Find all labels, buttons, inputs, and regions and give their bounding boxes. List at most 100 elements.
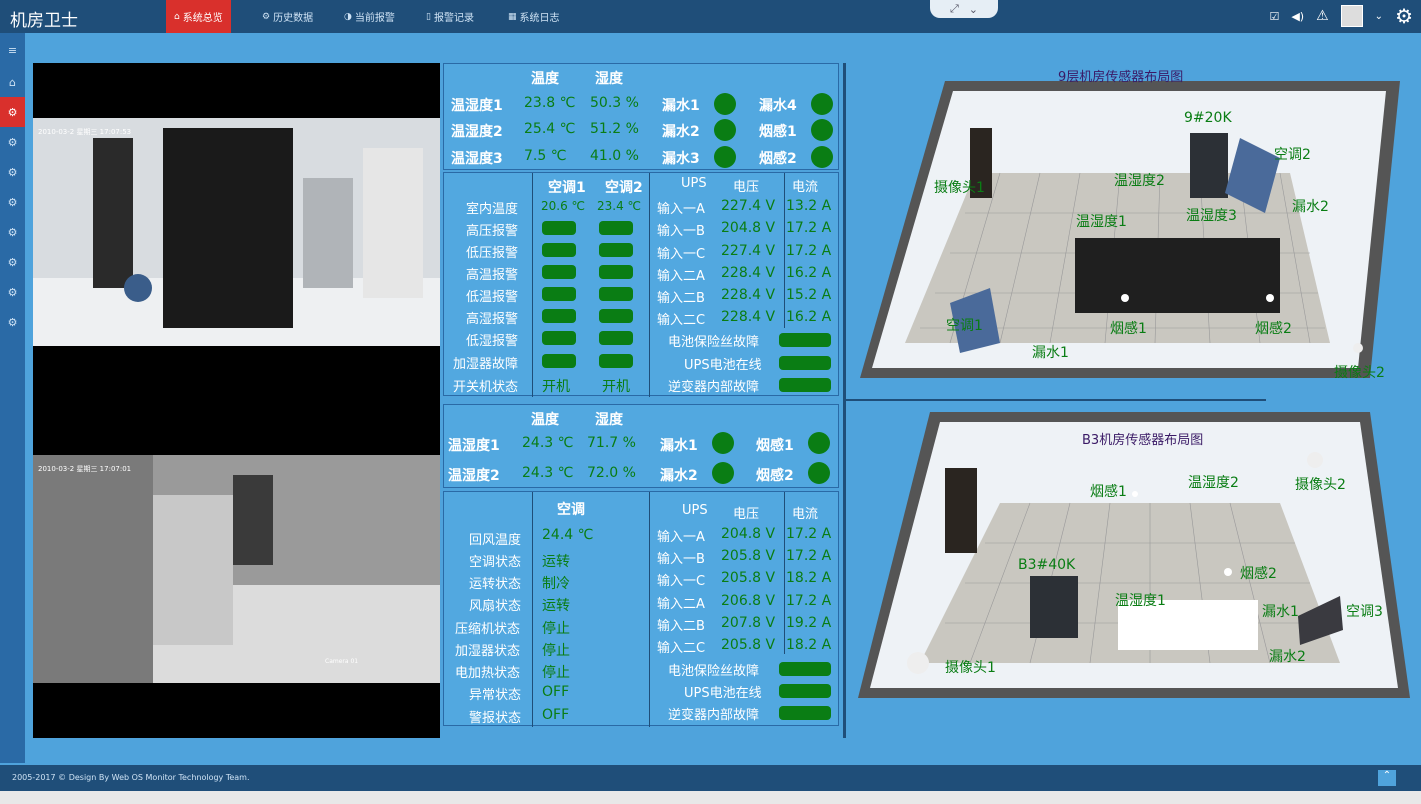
ups-input-label: 输入一A xyxy=(657,202,705,217)
status-indicator xyxy=(779,378,831,392)
collapse-toggle[interactable]: ⤢ ⌄ xyxy=(930,0,998,18)
alarm-indicator xyxy=(599,331,633,345)
alarm-indicator xyxy=(542,287,576,301)
temp-header: 温度 xyxy=(531,412,559,428)
temp-value: 25.4 ℃ xyxy=(524,121,576,137)
alarm-indicator xyxy=(599,221,633,235)
status-indicator xyxy=(811,119,833,141)
camera-label: 摄像头2 xyxy=(1334,365,1385,381)
cogs-icon[interactable]: ⚙ xyxy=(0,127,25,157)
voltage-header: 电压 xyxy=(733,180,760,195)
th-sensor-label: 温湿度3 xyxy=(451,151,503,167)
tab-alarm-log[interactable]: ▯ 报警记录 xyxy=(418,0,482,33)
temp-value: 24.3 ℃ xyxy=(522,435,574,451)
temp-header: 温度 xyxy=(531,71,559,87)
alarm-indicator xyxy=(599,243,633,257)
current-value: 17.2 A xyxy=(786,548,832,564)
status-indicator xyxy=(712,432,734,454)
status-indicator xyxy=(714,146,736,168)
cogs-icon[interactable]: ⚙ xyxy=(0,217,25,247)
chevron-down-icon[interactable]: ⌄ xyxy=(1375,11,1383,22)
home-icon[interactable]: ⌂ xyxy=(0,67,25,97)
divider xyxy=(846,399,1266,401)
cogs-icon[interactable]: ⚙ xyxy=(0,187,25,217)
scroll-top-button[interactable]: ⌃ xyxy=(1378,770,1396,786)
avatar[interactable] xyxy=(1340,5,1363,27)
voltage-value: 228.4 V xyxy=(721,287,776,303)
status-indicator xyxy=(779,684,831,698)
gear-icon[interactable]: ⚙ xyxy=(1395,4,1413,28)
status-indicator xyxy=(779,333,831,347)
alarm-indicator xyxy=(542,354,576,368)
current-value: 18.2 A xyxy=(786,570,832,586)
leak-label: 漏水1 xyxy=(662,98,700,114)
current-value: 13.2 A xyxy=(786,198,832,214)
floor9-plan[interactable]: 9层机房传感器布局图 9#20K 空调2 摄像头1 温湿度2 漏水2 温湿度1 … xyxy=(850,63,1420,393)
ups-status-label: 逆变器内部故障 xyxy=(668,708,760,723)
ups-input-label: 输入一B xyxy=(657,552,705,567)
humidity-header: 湿度 xyxy=(595,71,623,87)
leak-label: 漏水1 xyxy=(660,438,698,454)
smoke-label: 烟感2 xyxy=(1255,321,1292,337)
warning-icon[interactable]: ⚠ xyxy=(1316,8,1329,24)
cogs-icon[interactable]: ⚙ xyxy=(0,307,25,337)
th-sensor-label: 温湿度1 xyxy=(448,438,500,454)
voltage-value: 205.8 V xyxy=(721,570,776,586)
humidity-value: 41.0 % xyxy=(590,148,639,164)
th-sensor-label: 温湿度2 xyxy=(451,124,503,140)
camera-feed-2[interactable]: 2010-03-2 星期三 17:07:01 Camera 01 xyxy=(33,455,440,683)
status-indicator xyxy=(808,462,830,484)
ac-temp-value: 23.4 ℃ xyxy=(597,199,642,213)
leak-label: 漏水2 xyxy=(1269,649,1306,665)
tab-history[interactable]: ⚙ 历史数据 xyxy=(254,0,321,33)
th-label: 温湿度2 xyxy=(1114,173,1165,189)
ac-row-label: 空调状态 xyxy=(469,555,522,570)
ac-value: 停止 xyxy=(542,621,570,637)
current-value: 19.2 A xyxy=(786,615,832,631)
ac-value: OFF xyxy=(542,684,570,700)
alarm-indicator xyxy=(542,221,576,235)
ac-row-label: 运转状态 xyxy=(469,577,522,592)
ac-header: 空调 xyxy=(557,502,585,518)
menu-icon[interactable]: ≡ xyxy=(0,33,25,67)
voltage-value: 207.8 V xyxy=(721,615,776,631)
ups-input-label: 输入一C xyxy=(657,247,706,262)
voltage-value: 204.8 V xyxy=(721,220,776,236)
smoke-label: 烟感1 xyxy=(1110,321,1147,337)
top-bar: 机房卫士 ⌂ 系统总览 ⚙ 历史数据 ◑ 当前报警 ▯ 报警记录 ▦ 系统日志 ⤢ ⌄ ☑ … xyxy=(0,0,1421,33)
smoke-label: 烟感2 xyxy=(759,151,797,167)
ac-row-label: 低压报警 xyxy=(466,246,519,261)
room-3d-view xyxy=(858,412,1410,698)
floorB3-plan[interactable]: B3机房传感器布局图 烟感1 温湿度2 摄像头2 B3#40K 烟感2 温湿度1… xyxy=(850,408,1420,713)
ups-status-label: 电池保险丝故障 xyxy=(668,664,760,679)
camera-feed-1[interactable]: 2010-03-2 星期三 17:07:53 xyxy=(33,118,440,346)
alarm-indicator xyxy=(599,265,633,279)
rack-label: B3#40K xyxy=(1018,557,1076,573)
voltage-value: 227.4 V xyxy=(721,243,776,259)
copyright-text: 2005-2017 © Design By Web OS Monitor Tec… xyxy=(12,773,250,782)
tab-overview[interactable]: ⌂ 系统总览 xyxy=(166,0,231,33)
ac-row-label: 加湿器状态 xyxy=(455,644,521,659)
cogs-icon[interactable]: ⚙ xyxy=(0,247,25,277)
tab-current-alarm[interactable]: ◑ 当前报警 xyxy=(336,0,403,33)
cogs-icon[interactable]: ⚙ xyxy=(0,157,25,187)
status-indicator xyxy=(779,706,831,720)
ac-label: 空调2 xyxy=(1274,147,1311,163)
ac-row-label: 高压报警 xyxy=(466,224,519,239)
status-indicator xyxy=(811,146,833,168)
th-label: 温湿度3 xyxy=(1186,208,1237,224)
status-indicator xyxy=(712,462,734,484)
leak-label: 漏水1 xyxy=(1032,345,1069,361)
table-icon: ▦ xyxy=(508,11,517,22)
tab-system-log[interactable]: ▦ 系统日志 xyxy=(500,0,568,33)
volume-icon[interactable]: ◀) xyxy=(1291,10,1304,23)
voltage-value: 204.8 V xyxy=(721,526,776,542)
home-icon: ⌂ xyxy=(174,11,180,22)
cogs-icon[interactable]: ⚙ xyxy=(0,97,25,127)
alarm-indicator xyxy=(599,309,633,323)
ups-header: UPS xyxy=(681,176,707,191)
cogs-icon[interactable]: ⚙ xyxy=(0,277,25,307)
alarm-indicator xyxy=(542,265,576,279)
checkbox-icon[interactable]: ☑ xyxy=(1269,10,1279,23)
horizontal-scrollbar[interactable] xyxy=(0,791,1421,804)
